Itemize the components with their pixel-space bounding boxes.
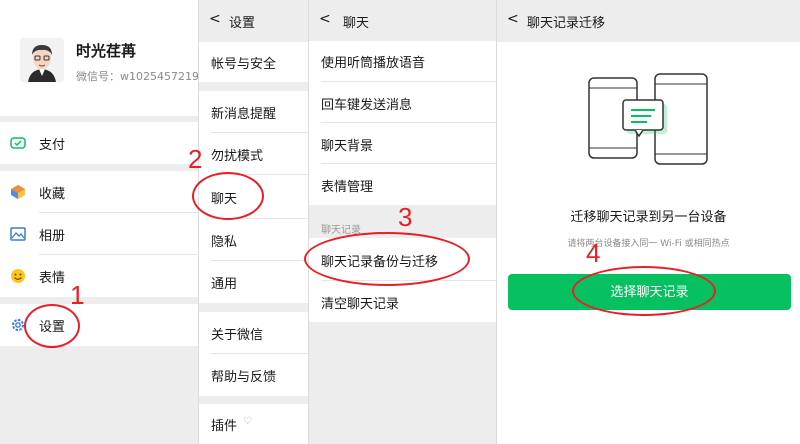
settings-item-general[interactable]: 通用 — [199, 261, 308, 303]
page-title: 聊天记录迁移 — [527, 16, 606, 31]
back-icon[interactable]: < — [209, 11, 221, 27]
settings-item-label: 通用 — [211, 277, 238, 292]
section-label: 聊天记录 — [321, 225, 361, 236]
me-item-favorites[interactable]: 收藏 — [0, 171, 198, 213]
chat-item-enter-send[interactable]: 回车键发送消息 — [309, 82, 496, 123]
chat-item-label: 使用听筒播放语音 — [321, 56, 426, 71]
annotation-number: 4 — [586, 238, 601, 268]
me-item-album[interactable]: 相册 — [0, 213, 198, 255]
chat-item-background[interactable]: 聊天背景 — [309, 123, 496, 164]
me-item-label: 支付 — [39, 138, 66, 153]
wechat-id: 微信号：w1025457219 — [76, 70, 198, 83]
me-item-label: 相册 — [39, 229, 66, 244]
chat-item-label: 清空聊天记录 — [321, 297, 400, 312]
plugin-badge-icon: ♡ — [243, 416, 252, 427]
emoji-icon — [10, 268, 26, 284]
select-chat-history-button[interactable]: 选择聊天记录 — [508, 274, 791, 310]
chat-item-earpiece[interactable]: 使用听筒播放语音 — [309, 41, 496, 82]
settings-item-label: 聊天 — [211, 192, 238, 207]
chat-item-backup-migrate[interactable]: 聊天记录备份与迁移 — [309, 238, 496, 281]
chat-item-label: 回车键发送消息 — [321, 98, 413, 113]
migration-panel: < 聊天记录迁移 迁移聊天记录到另一台设备 请将两台设备接入同一 Wi-Fi 或… — [496, 0, 800, 444]
migration-header: < 聊天记录迁移 — [497, 0, 800, 42]
payment-icon — [10, 135, 26, 151]
me-item-settings[interactable]: 设置 — [0, 304, 198, 346]
settings-item-privacy[interactable]: 隐私 — [199, 219, 308, 261]
settings-item-label: 关于微信 — [211, 328, 264, 343]
chat-item-label: 表情管理 — [321, 180, 374, 195]
settings-icon — [10, 317, 26, 333]
settings-header: < 设置 — [199, 0, 308, 42]
settings-item-label: 新消息提醒 — [211, 107, 277, 122]
chat-header: < 聊天 — [309, 0, 496, 42]
migration-illustration — [588, 73, 708, 165]
back-icon[interactable]: < — [319, 11, 331, 27]
annotation-number: 2 — [188, 144, 203, 174]
settings-item-dnd[interactable]: 勿扰模式 — [199, 133, 308, 175]
me-item-label: 设置 — [39, 320, 66, 335]
settings-item-plugins[interactable]: 插件 ♡ — [199, 404, 308, 444]
settings-item-account[interactable]: 帐号与安全 — [199, 42, 308, 82]
profile-card[interactable]: 时光荏苒 微信号：w1025457219 — [0, 0, 198, 116]
settings-item-about[interactable]: 关于微信 — [199, 312, 308, 354]
back-icon[interactable]: < — [507, 11, 519, 27]
migration-title: 迁移聊天记录到另一台设备 — [570, 210, 727, 225]
chat-item-label: 聊天记录备份与迁移 — [321, 255, 439, 270]
chat-item-label: 聊天背景 — [321, 139, 374, 154]
annotation-number: 1 — [70, 280, 85, 310]
profile-name: 时光荏苒 — [76, 42, 137, 60]
settings-item-label: 勿扰模式 — [211, 149, 264, 164]
page-title: 聊天 — [343, 16, 370, 31]
tutorial-screenshot: 时光荏苒 微信号：w1025457219 支付 收藏 相册 表情 设置 < 设置… — [0, 0, 800, 444]
avatar[interactable] — [20, 38, 64, 82]
settings-item-label: 帐号与安全 — [211, 57, 277, 72]
settings-item-help[interactable]: 帮助与反馈 — [199, 354, 308, 396]
me-item-label: 收藏 — [39, 187, 66, 202]
settings-panel: < 设置 帐号与安全 新消息提醒 勿扰模式 聊天 隐私 通用 关于微信 帮助与反… — [198, 0, 308, 444]
album-icon — [10, 226, 26, 242]
chat-item-clear-history[interactable]: 清空聊天记录 — [309, 281, 496, 322]
me-item-payment[interactable]: 支付 — [0, 122, 198, 164]
settings-item-chat[interactable]: 聊天 — [199, 175, 308, 219]
me-panel: 时光荏苒 微信号：w1025457219 支付 收藏 相册 表情 设置 — [0, 0, 198, 444]
migration-subtitle: 请将两台设备接入同一 Wi-Fi 或相同热点 — [567, 239, 730, 249]
annotation-number: 3 — [398, 202, 413, 232]
settings-item-label: 隐私 — [211, 235, 238, 250]
page-title: 设置 — [229, 16, 256, 31]
settings-item-notifications[interactable]: 新消息提醒 — [199, 91, 308, 133]
me-item-emoji[interactable]: 表情 — [0, 255, 198, 297]
settings-item-label: 帮助与反馈 — [211, 370, 277, 385]
settings-item-label: 插件 — [211, 419, 238, 434]
favorites-icon — [10, 184, 26, 200]
me-item-label: 表情 — [39, 271, 66, 286]
chat-item-stickers[interactable]: 表情管理 — [309, 164, 496, 205]
